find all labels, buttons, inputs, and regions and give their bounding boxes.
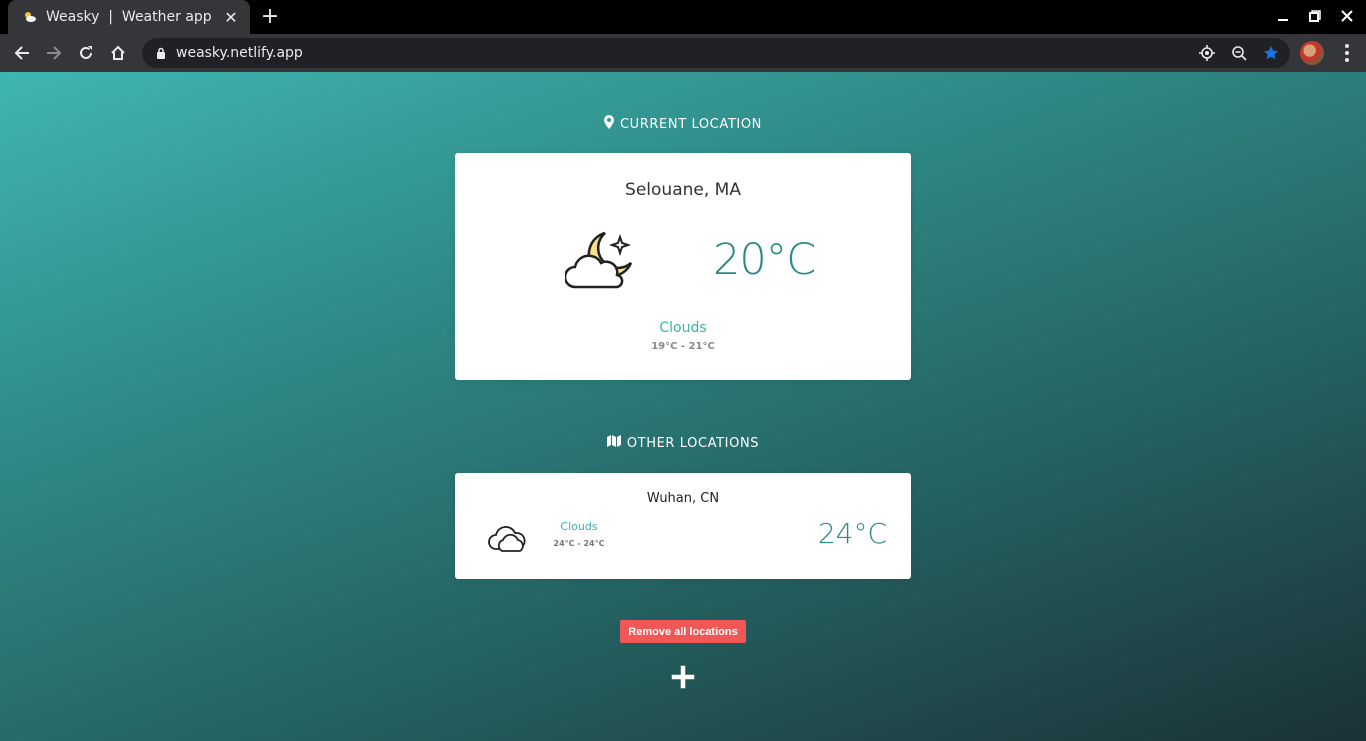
reload-icon[interactable] <box>74 41 98 65</box>
address-bar[interactable]: weasky.netlify.app <box>142 38 1290 68</box>
tab-title: Weasky | Weather app <box>46 9 212 25</box>
map-pin-icon <box>604 115 614 133</box>
weather-app-page: CURRENT LOCATION Selouane, MA 20°C Cloud… <box>0 72 1366 741</box>
browser-toolbar: weasky.netlify.app <box>0 34 1366 72</box>
browser-tab-strip: Weasky | Weather app ✕ + <box>0 0 1366 34</box>
browser-tab[interactable]: Weasky | Weather app ✕ <box>8 0 250 34</box>
profile-avatar[interactable] <box>1300 41 1324 65</box>
location-target-icon[interactable] <box>1198 44 1216 62</box>
current-location-heading-text: CURRENT LOCATION <box>620 116 762 132</box>
url-text: weasky.netlify.app <box>176 45 303 61</box>
weather-favicon-icon <box>22 9 38 25</box>
location-card[interactable]: Wuhan, CN Clouds 24°C - 24°C 24°C <box>455 473 911 579</box>
map-icon <box>606 435 621 451</box>
plus-icon[interactable] <box>670 664 696 690</box>
cloud-moon-icon <box>563 231 635 293</box>
other-locations-heading: OTHER LOCATIONS <box>0 435 1366 451</box>
cloud-icon <box>488 523 526 553</box>
current-location-heading: CURRENT LOCATION <box>0 115 1366 133</box>
location-description: Clouds <box>560 520 598 533</box>
remove-all-locations-button[interactable]: Remove all locations <box>620 620 746 643</box>
minimize-icon[interactable] <box>1273 6 1293 26</box>
close-window-icon[interactable] <box>1337 6 1357 26</box>
new-tab-button[interactable]: + <box>258 5 282 29</box>
bookmark-star-icon[interactable] <box>1262 44 1280 62</box>
current-temperature-range: 19°C - 21°C <box>651 341 715 352</box>
forward-icon[interactable] <box>42 41 66 65</box>
restore-icon[interactable] <box>1305 6 1325 26</box>
zoom-out-icon[interactable] <box>1230 44 1248 62</box>
location-temperature: 24°C <box>817 517 887 550</box>
location-city: Wuhan, CN <box>646 491 720 506</box>
browser-menu-icon[interactable] <box>1338 41 1356 65</box>
current-weather-card: Selouane, MA 20°C Clouds 19°C - 21°C <box>455 153 911 380</box>
other-locations-heading-text: OTHER LOCATIONS <box>626 435 760 451</box>
current-description: Clouds <box>659 320 707 336</box>
current-temperature: 20°C <box>713 235 816 285</box>
location-temperature-range: 24°C - 24°C <box>553 539 605 548</box>
tab-close-icon[interactable]: ✕ <box>222 8 240 27</box>
home-icon[interactable] <box>106 41 130 65</box>
current-city: Selouane, MA <box>625 180 741 200</box>
lock-icon <box>156 44 166 63</box>
back-icon[interactable] <box>10 41 34 65</box>
